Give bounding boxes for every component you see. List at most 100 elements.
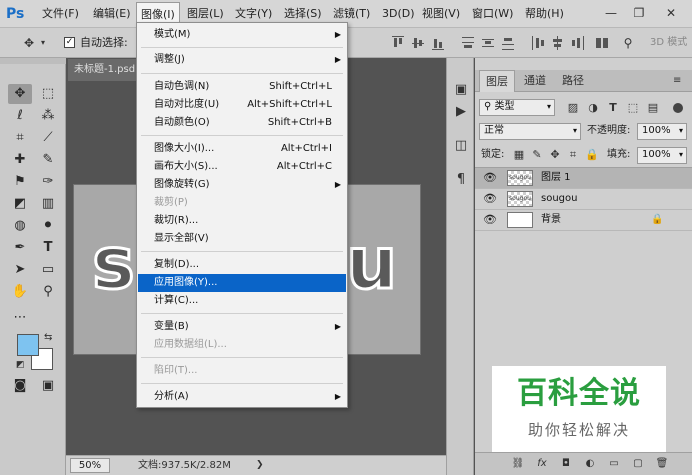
- move-tool-icon[interactable]: ✥: [8, 84, 32, 104]
- menu-3d[interactable]: 3D(D): [378, 0, 419, 28]
- lock-all-icon[interactable]: 🔒: [585, 148, 599, 162]
- eraser-tool-icon[interactable]: ◩: [8, 194, 32, 214]
- more-tools-icon[interactable]: ⋯: [8, 308, 32, 328]
- distribute-center-icon[interactable]: [552, 36, 564, 50]
- move-tool-icon[interactable]: ✥: [20, 34, 38, 52]
- gradient-tool-icon[interactable]: ▥: [36, 194, 60, 214]
- paragraph-panel-icon[interactable]: ¶: [451, 170, 471, 190]
- opacity-field[interactable]: 100% ▾: [637, 123, 687, 140]
- dodge-tool-icon[interactable]: ⚫: [36, 216, 60, 236]
- layer-filter-select[interactable]: ⚲ 类型 ▾: [479, 99, 555, 116]
- history-panel-icon[interactable]: ▣: [451, 80, 471, 100]
- panel-menu-icon[interactable]: ≡: [673, 74, 687, 88]
- menu-item-calculations[interactable]: 计算(C)...: [138, 292, 346, 310]
- link-layers-icon[interactable]: ⛓: [511, 457, 525, 471]
- layer-name[interactable]: sougou: [541, 192, 577, 206]
- status-menu-arrow-icon[interactable]: ❯: [256, 459, 264, 472]
- fill-field[interactable]: 100% ▾: [637, 147, 687, 164]
- close-icon[interactable]: ✕: [660, 4, 682, 22]
- distribute-top-icon[interactable]: [462, 36, 474, 50]
- type-tool-icon[interactable]: T: [36, 238, 60, 258]
- filter-pixel-icon[interactable]: ▨: [567, 101, 579, 115]
- visibility-eye-icon[interactable]: 👁: [483, 171, 497, 185]
- distribute-bottom-icon[interactable]: [502, 36, 514, 50]
- menu-item-duplicate[interactable]: 复制(D)...: [138, 256, 346, 274]
- visibility-eye-icon[interactable]: 👁: [483, 192, 497, 206]
- menu-item-canvas-size[interactable]: 画布大小(S)... Alt+Ctrl+C: [138, 158, 346, 176]
- healing-brush-icon[interactable]: ✚: [8, 150, 32, 170]
- pen-tool-icon[interactable]: ✒: [8, 238, 32, 258]
- lock-image-icon[interactable]: ✎: [531, 148, 543, 162]
- menu-file[interactable]: 文件(F): [38, 0, 83, 28]
- distribute-left-icon[interactable]: [532, 36, 544, 50]
- layer-name[interactable]: 图层 1: [541, 171, 571, 185]
- maximize-icon[interactable]: ❐: [628, 4, 650, 22]
- adjustment-layer-icon[interactable]: ◐: [583, 457, 597, 471]
- rectangle-tool-icon[interactable]: ▭: [36, 260, 60, 280]
- menu-item-auto-contrast[interactable]: 自动对比度(U) Alt+Shift+Ctrl+L: [138, 96, 346, 114]
- menu-item-image-size[interactable]: 图像大小(I)... Alt+Ctrl+I: [138, 140, 346, 158]
- default-colors-icon[interactable]: ◩: [16, 360, 25, 370]
- zoom-tool-icon[interactable]: ⚲: [36, 282, 60, 302]
- menu-help[interactable]: 帮助(H): [521, 0, 568, 28]
- magic-wand-icon[interactable]: ⁂: [36, 106, 60, 126]
- quick-mask-icon[interactable]: ◙: [8, 376, 32, 396]
- minimize-icon[interactable]: —: [600, 4, 622, 22]
- align-bottom-icon[interactable]: [432, 36, 444, 50]
- auto-align-icon[interactable]: [596, 36, 608, 50]
- lock-artboard-icon[interactable]: ⌗: [567, 148, 579, 162]
- menu-item-image-rotation[interactable]: 图像旋转(G) ▶: [138, 176, 346, 194]
- clone-stamp-icon[interactable]: ⚑: [8, 172, 32, 192]
- menu-item-auto-tone[interactable]: 自动色调(N) Shift+Ctrl+L: [138, 78, 346, 96]
- filter-adjustment-icon[interactable]: ◑: [587, 101, 599, 115]
- crop-tool-icon[interactable]: ⌗: [8, 128, 32, 148]
- toolbar-grip[interactable]: [0, 58, 66, 64]
- new-layer-icon[interactable]: ▢: [631, 457, 645, 471]
- foreground-color-swatch[interactable]: [17, 334, 39, 356]
- filter-smart-object-icon[interactable]: ▤: [647, 101, 659, 115]
- visibility-eye-icon[interactable]: 👁: [483, 213, 497, 227]
- align-middle-icon[interactable]: [412, 36, 424, 50]
- delete-layer-icon[interactable]: 🗑: [655, 457, 669, 471]
- lock-transparent-icon[interactable]: ▦: [513, 148, 525, 162]
- screen-mode-icon[interactable]: ▣: [36, 376, 60, 396]
- menu-edit[interactable]: 编辑(E): [89, 0, 135, 28]
- menu-item-mode[interactable]: 模式(M) ▶: [138, 26, 346, 44]
- menu-item-analysis[interactable]: 分析(A) ▶: [138, 388, 346, 406]
- swap-colors-icon[interactable]: ⇆: [44, 332, 52, 343]
- lasso-tool-icon[interactable]: ℓ: [8, 106, 32, 126]
- menu-view[interactable]: 视图(V): [418, 0, 464, 28]
- properties-panel-icon[interactable]: ◫: [451, 136, 471, 156]
- distribute-right-icon[interactable]: [572, 36, 584, 50]
- distribute-middle-icon[interactable]: [482, 36, 494, 50]
- menu-item-auto-color[interactable]: 自动颜色(O) Shift+Ctrl+B: [138, 114, 346, 132]
- menu-item-trim[interactable]: 裁切(R)...: [138, 212, 346, 230]
- menu-item-reveal-all[interactable]: 显示全部(V): [138, 230, 346, 248]
- fx-icon[interactable]: fx: [535, 457, 549, 471]
- marquee-tool-icon[interactable]: ⬚: [36, 84, 60, 104]
- new-group-icon[interactable]: ▭: [607, 457, 621, 471]
- search-icon[interactable]: ⚲: [620, 34, 636, 52]
- tab-layers[interactable]: 图层: [479, 70, 515, 92]
- document-tab[interactable]: 未标题-1.psd: [68, 59, 138, 81]
- menu-item-adjustments[interactable]: 调整(J) ▶: [138, 51, 346, 69]
- align-top-icon[interactable]: [392, 36, 404, 50]
- tool-preset-chevron-icon[interactable]: ▾: [38, 34, 48, 52]
- eyedropper-icon[interactable]: ⟋: [36, 128, 60, 148]
- layer-name[interactable]: 背景: [541, 213, 561, 227]
- filter-shape-icon[interactable]: ⬚: [627, 101, 639, 115]
- layer-row-layer1[interactable]: 👁 sougou 图层 1: [475, 168, 692, 189]
- menu-window[interactable]: 窗口(W): [468, 0, 517, 28]
- hand-tool-icon[interactable]: ✋: [8, 282, 32, 302]
- auto-select-checkbox[interactable]: ✓: [64, 37, 75, 48]
- filter-type-icon[interactable]: T: [607, 101, 619, 115]
- lock-position-icon[interactable]: ✥: [549, 148, 561, 162]
- history-brush-icon[interactable]: ✑: [36, 172, 60, 192]
- tab-channels[interactable]: 通道: [517, 70, 553, 92]
- blur-tool-icon[interactable]: ◍: [8, 216, 32, 236]
- brush-tool-icon[interactable]: ✎: [36, 150, 60, 170]
- menu-item-apply-image[interactable]: 应用图像(Y)...: [138, 274, 346, 292]
- blend-mode-select[interactable]: 正常 ▾: [479, 123, 581, 140]
- menu-item-variables[interactable]: 变量(B) ▶: [138, 318, 346, 336]
- zoom-level-field[interactable]: 50%: [70, 458, 110, 473]
